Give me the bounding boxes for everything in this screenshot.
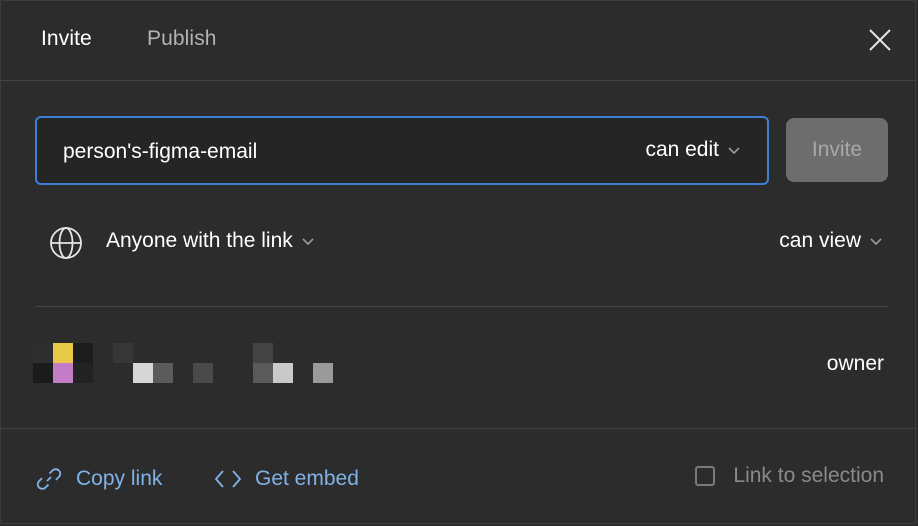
invite-permission-select[interactable]: can edit: [645, 138, 741, 162]
member-name-redacted: [113, 343, 343, 383]
chevron-down-icon: [728, 147, 740, 155]
invite-button[interactable]: Invite: [786, 118, 888, 182]
get-embed-button[interactable]: Get embed: [213, 464, 359, 494]
link-to-selection-toggle[interactable]: Link to selection: [695, 464, 884, 488]
dialog-header: Invite Publish: [1, 1, 915, 81]
invite-permission-label: can edit: [645, 138, 719, 161]
member-role: owner: [826, 352, 884, 375]
close-button[interactable]: [865, 25, 895, 55]
link-permission-label: can view: [779, 229, 861, 252]
chevron-down-icon: [870, 238, 882, 246]
chevron-down-icon: [302, 238, 314, 246]
link-to-selection-checkbox[interactable]: [695, 466, 716, 486]
member-row: owner: [1, 341, 915, 385]
tab-publish[interactable]: Publish: [147, 27, 217, 51]
dialog-footer: Copy link Get embed Link to selection: [1, 428, 915, 525]
code-icon: [214, 470, 242, 488]
email-field[interactable]: [61, 118, 585, 185]
link-access-row: Anyone with the link can view: [1, 219, 915, 267]
link-scope-select[interactable]: Anyone with the link: [106, 229, 315, 253]
section-divider: [35, 306, 888, 307]
tab-invite[interactable]: Invite: [41, 27, 92, 51]
close-icon: [869, 29, 891, 51]
link-icon: [36, 468, 62, 490]
globe-icon: [50, 227, 82, 259]
get-embed-label: Get embed: [255, 467, 359, 490]
copy-link-label: Copy link: [76, 467, 163, 490]
link-permission-select[interactable]: can view: [779, 229, 883, 253]
invite-email-box: can edit: [35, 116, 769, 185]
share-dialog: Invite Publish can edit Invite Anyone wi…: [0, 0, 916, 524]
link-scope-label: Anyone with the link: [106, 229, 293, 252]
copy-link-button[interactable]: Copy link: [34, 464, 162, 494]
avatar: [33, 343, 93, 383]
link-to-selection-label: Link to selection: [733, 464, 884, 487]
